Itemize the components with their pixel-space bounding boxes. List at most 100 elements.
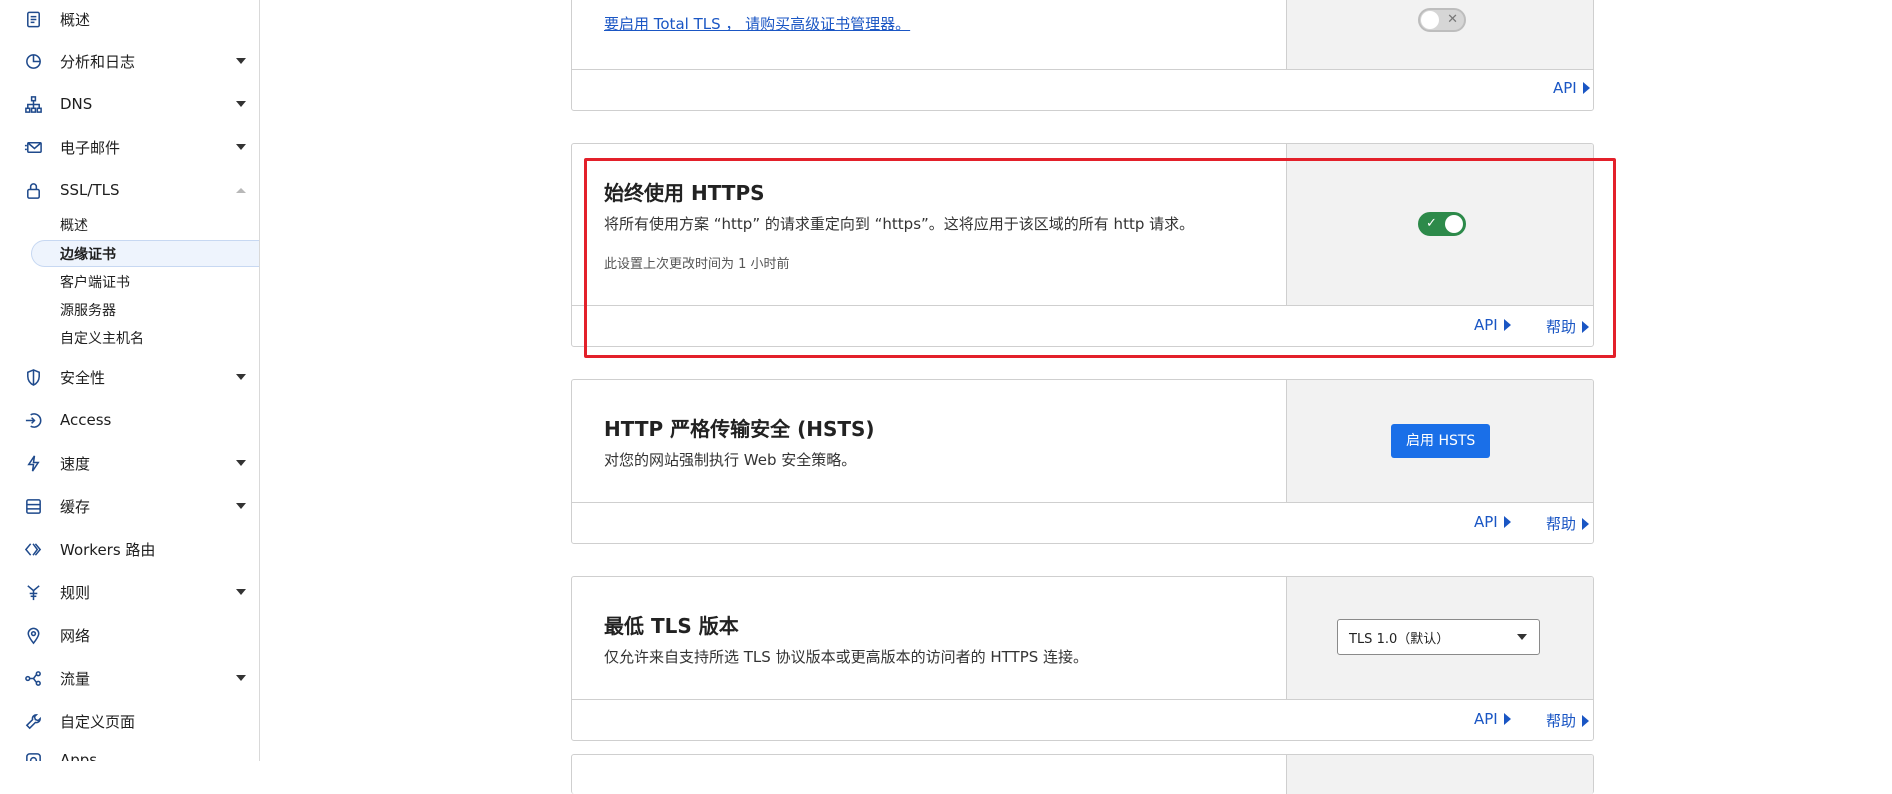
enable-hsts-button[interactable]: 启用 HSTS bbox=[1391, 424, 1491, 458]
access-icon bbox=[22, 409, 44, 431]
triangle-right-icon bbox=[1582, 714, 1590, 727]
triangle-right-icon bbox=[1503, 713, 1511, 725]
sidebar-item-traffic[interactable]: 流量 bbox=[0, 660, 259, 696]
card-body: 始终使用 HTTPS 将所有使用方案 “http” 的请求重定向到 “https… bbox=[572, 144, 1593, 306]
chart-icon bbox=[22, 50, 44, 72]
sidebar-item-apps[interactable]: Apps bbox=[0, 742, 259, 761]
network-icon bbox=[22, 93, 44, 115]
sidebar-item-label: 流量 bbox=[60, 669, 91, 688]
card-control-area: ✓ bbox=[1286, 144, 1593, 305]
chevron-down-icon bbox=[236, 101, 246, 107]
wrench-icon bbox=[22, 710, 44, 732]
chevron-down-icon bbox=[236, 144, 246, 150]
sidebar-item-label: 电子邮件 bbox=[60, 138, 121, 157]
sidebar-subitem-edge-certificates[interactable]: 边缘证书 bbox=[31, 240, 259, 267]
workers-icon bbox=[22, 538, 44, 560]
sidebar-item-speed[interactable]: 速度 bbox=[0, 445, 259, 481]
triangle-right-icon bbox=[1582, 82, 1590, 94]
sidebar: 概述 分析和日志 DNS 电子邮件 SSL/TLS 概述 边缘证书 客户端证书 … bbox=[0, 0, 260, 761]
api-link-label: API bbox=[1553, 79, 1577, 97]
document-icon bbox=[22, 8, 44, 30]
hsts-card: HTTP 严格传输安全 (HSTS) 对您的网站强制执行 Web 安全策略。 启… bbox=[571, 379, 1594, 544]
sidebar-item-overview[interactable]: 概述 bbox=[0, 1, 259, 37]
lock-icon bbox=[22, 179, 44, 201]
next-card bbox=[571, 754, 1594, 794]
help-link-label: 帮助 bbox=[1546, 515, 1577, 533]
rules-icon bbox=[22, 581, 44, 603]
sidebar-item-label: 网络 bbox=[60, 626, 91, 645]
triangle-right-icon bbox=[1503, 319, 1511, 331]
total-tls-toggle[interactable]: ✕ bbox=[1418, 8, 1466, 32]
chevron-down-icon bbox=[236, 675, 246, 681]
sidebar-item-cache[interactable]: 缓存 bbox=[0, 488, 259, 524]
buy-advanced-cert-link[interactable]: 要启用 Total TLS ， 请购买高级证书管理器。 bbox=[604, 13, 910, 34]
card-control-area: ✕ bbox=[1286, 0, 1593, 69]
help-link[interactable]: 帮助 bbox=[1546, 513, 1590, 534]
sidebar-item-label: DNS bbox=[60, 95, 93, 113]
help-link-label: 帮助 bbox=[1546, 318, 1577, 336]
card-title: 最低 TLS 版本 bbox=[604, 614, 739, 638]
api-link[interactable]: API bbox=[1474, 513, 1511, 531]
sidebar-item-label: 缓存 bbox=[60, 497, 91, 516]
card-title: 始终使用 HTTPS bbox=[604, 181, 765, 205]
last-changed-text: 此设置上次更改时间为 1 小时前 bbox=[604, 257, 790, 272]
sidebar-subitem-label: 概述 bbox=[60, 217, 88, 234]
traffic-icon bbox=[22, 667, 44, 689]
triangle-right-icon bbox=[1503, 516, 1511, 528]
sidebar-subitem-label: 边缘证书 bbox=[60, 246, 116, 263]
sidebar-item-network[interactable]: 网络 bbox=[0, 617, 259, 653]
sidebar-item-analytics[interactable]: 分析和日志 bbox=[0, 43, 259, 79]
min-tls-version-select[interactable]: TLS 1.0（默认） bbox=[1337, 619, 1540, 655]
shield-icon bbox=[22, 366, 44, 388]
sidebar-subitem-origin-server[interactable]: 源服务器 bbox=[31, 296, 259, 323]
sidebar-item-label: SSL/TLS bbox=[60, 181, 120, 199]
lightning-icon bbox=[22, 452, 44, 474]
chevron-down-icon bbox=[236, 374, 246, 380]
sidebar-item-rules[interactable]: 规则 bbox=[0, 574, 259, 610]
always-https-toggle[interactable]: ✓ bbox=[1418, 212, 1466, 236]
sidebar-item-custom-pages[interactable]: 自定义页面 bbox=[0, 703, 259, 739]
chevron-up-icon bbox=[236, 187, 246, 193]
api-link-label: API bbox=[1474, 513, 1498, 531]
total-tls-card: 要启用 Total TLS ， 请购买高级证书管理器。 ✕ API bbox=[571, 0, 1594, 111]
sidebar-item-security[interactable]: 安全性 bbox=[0, 359, 259, 395]
check-icon: ✓ bbox=[1426, 216, 1437, 231]
always-https-card: 始终使用 HTTPS 将所有使用方案 “http” 的请求重定向到 “https… bbox=[571, 143, 1594, 347]
api-link[interactable]: API bbox=[1474, 710, 1511, 728]
card-title: HTTP 严格传输安全 (HSTS) bbox=[604, 417, 875, 441]
help-link[interactable]: 帮助 bbox=[1546, 316, 1590, 337]
sidebar-item-email[interactable]: 电子邮件 bbox=[0, 129, 259, 165]
sidebar-subitem-custom-hostnames[interactable]: 自定义主机名 bbox=[31, 324, 259, 351]
sidebar-item-label: 速度 bbox=[60, 454, 91, 473]
sidebar-item-label: 概述 bbox=[60, 10, 91, 29]
help-link-label: 帮助 bbox=[1546, 712, 1577, 730]
select-value: TLS 1.0（默认） bbox=[1349, 632, 1450, 647]
sidebar-subitem-client-certificates[interactable]: 客户端证书 bbox=[31, 268, 259, 295]
api-link-label: API bbox=[1474, 316, 1498, 334]
toggle-knob bbox=[1445, 215, 1463, 233]
card-control-area: 启用 HSTS bbox=[1286, 380, 1593, 502]
sidebar-item-label: 分析和日志 bbox=[60, 52, 136, 71]
storage-icon bbox=[22, 495, 44, 517]
sidebar-item-label: 规则 bbox=[60, 583, 91, 602]
help-link[interactable]: 帮助 bbox=[1546, 710, 1590, 731]
chevron-down-icon bbox=[236, 58, 246, 64]
sidebar-item-dns[interactable]: DNS bbox=[0, 86, 259, 122]
triangle-right-icon bbox=[1582, 320, 1590, 333]
card-body: 要启用 Total TLS ， 请购买高级证书管理器。 ✕ bbox=[572, 0, 1593, 70]
chevron-down-icon bbox=[236, 503, 246, 509]
card-description: 仅允许来自支持所选 TLS 协议版本或更高版本的访问者的 HTTPS 连接。 bbox=[604, 648, 1089, 666]
api-link-label: API bbox=[1474, 710, 1498, 728]
sidebar-item-ssl-tls[interactable]: SSL/TLS bbox=[0, 172, 259, 208]
sidebar-item-access[interactable]: Access bbox=[0, 402, 259, 438]
card-description: 对您的网站强制执行 Web 安全策略。 bbox=[604, 451, 857, 469]
api-link[interactable]: API bbox=[1553, 79, 1590, 97]
chevron-down-icon bbox=[1517, 634, 1527, 640]
card-description: 将所有使用方案 “http” 的请求重定向到 “https”。这将应用于该区域的… bbox=[604, 215, 1195, 233]
api-link[interactable]: API bbox=[1474, 316, 1511, 334]
sidebar-subitem-ssl-overview[interactable]: 概述 bbox=[31, 211, 259, 238]
triangle-right-icon bbox=[1582, 517, 1590, 530]
sidebar-item-workers-routes[interactable]: Workers 路由 bbox=[0, 531, 259, 567]
chevron-down-icon bbox=[236, 460, 246, 466]
sidebar-item-label: Workers 路由 bbox=[60, 540, 156, 559]
